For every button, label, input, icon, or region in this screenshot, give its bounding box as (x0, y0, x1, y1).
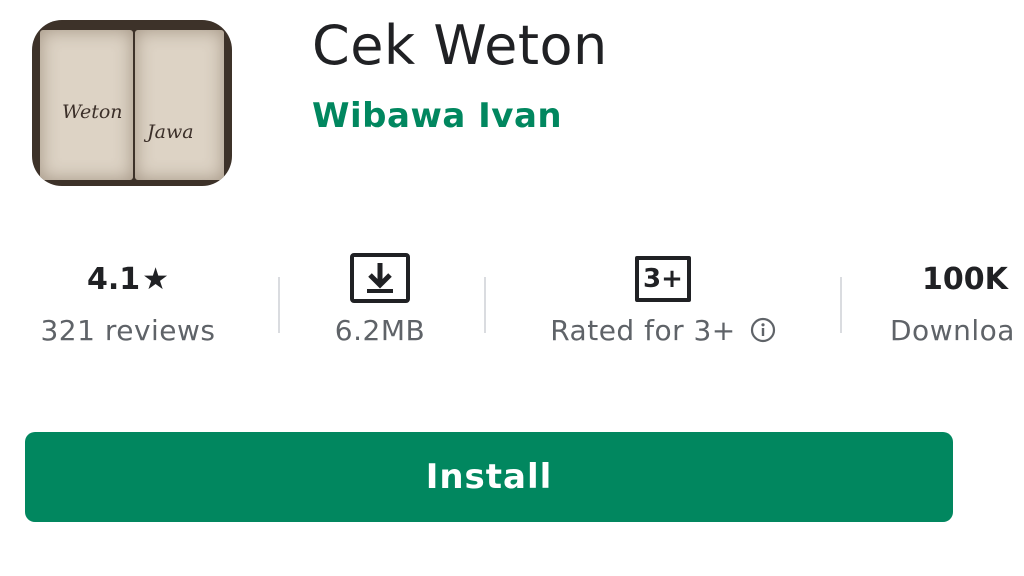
age-badge-row: 3+ (510, 250, 816, 308)
age-rating-badge-text: 3+ (643, 264, 683, 294)
install-button[interactable]: Install (25, 432, 953, 522)
divider (278, 277, 280, 333)
rating-value: 4.1 (86, 261, 141, 297)
download-icon (350, 253, 410, 305)
app-icon[interactable]: Weton Jawa (32, 20, 232, 186)
downloads-label: Downloa (890, 313, 1015, 347)
size-stat: 6.2MB (300, 250, 460, 352)
rating-stat[interactable]: 4.1 ★ 321 reviews (0, 250, 256, 352)
downloads-stat: 100K Downloa (886, 250, 1024, 352)
review-count: 321 reviews (40, 313, 216, 347)
divider (840, 277, 842, 333)
downloads-value: 100K (922, 261, 1008, 297)
age-rating-row: Rated for 3+ (510, 308, 816, 352)
divider (484, 277, 486, 333)
install-label: Install (425, 457, 553, 497)
app-details-page: Weton Jawa Cek Weton Wibawa Ivan 4.1 ★ 3… (0, 0, 1024, 576)
rating-value-row: 4.1 ★ (0, 250, 256, 308)
star-icon: ★ (142, 261, 170, 297)
age-rating-badge: 3+ (635, 256, 691, 302)
age-rating-stat[interactable]: 3+ Rated for 3+ (510, 250, 816, 352)
app-size: 6.2MB (334, 313, 426, 347)
size-icon-row (300, 250, 460, 308)
info-icon[interactable] (750, 317, 776, 343)
app-icon-word-left: Weton (62, 101, 123, 123)
app-title: Cek Weton (312, 14, 608, 77)
book-page-right (135, 30, 224, 180)
app-icon-word-right: Jawa (147, 121, 194, 143)
age-rating-label: Rated for 3+ (550, 313, 736, 347)
developer-link[interactable]: Wibawa Ivan (312, 96, 562, 137)
